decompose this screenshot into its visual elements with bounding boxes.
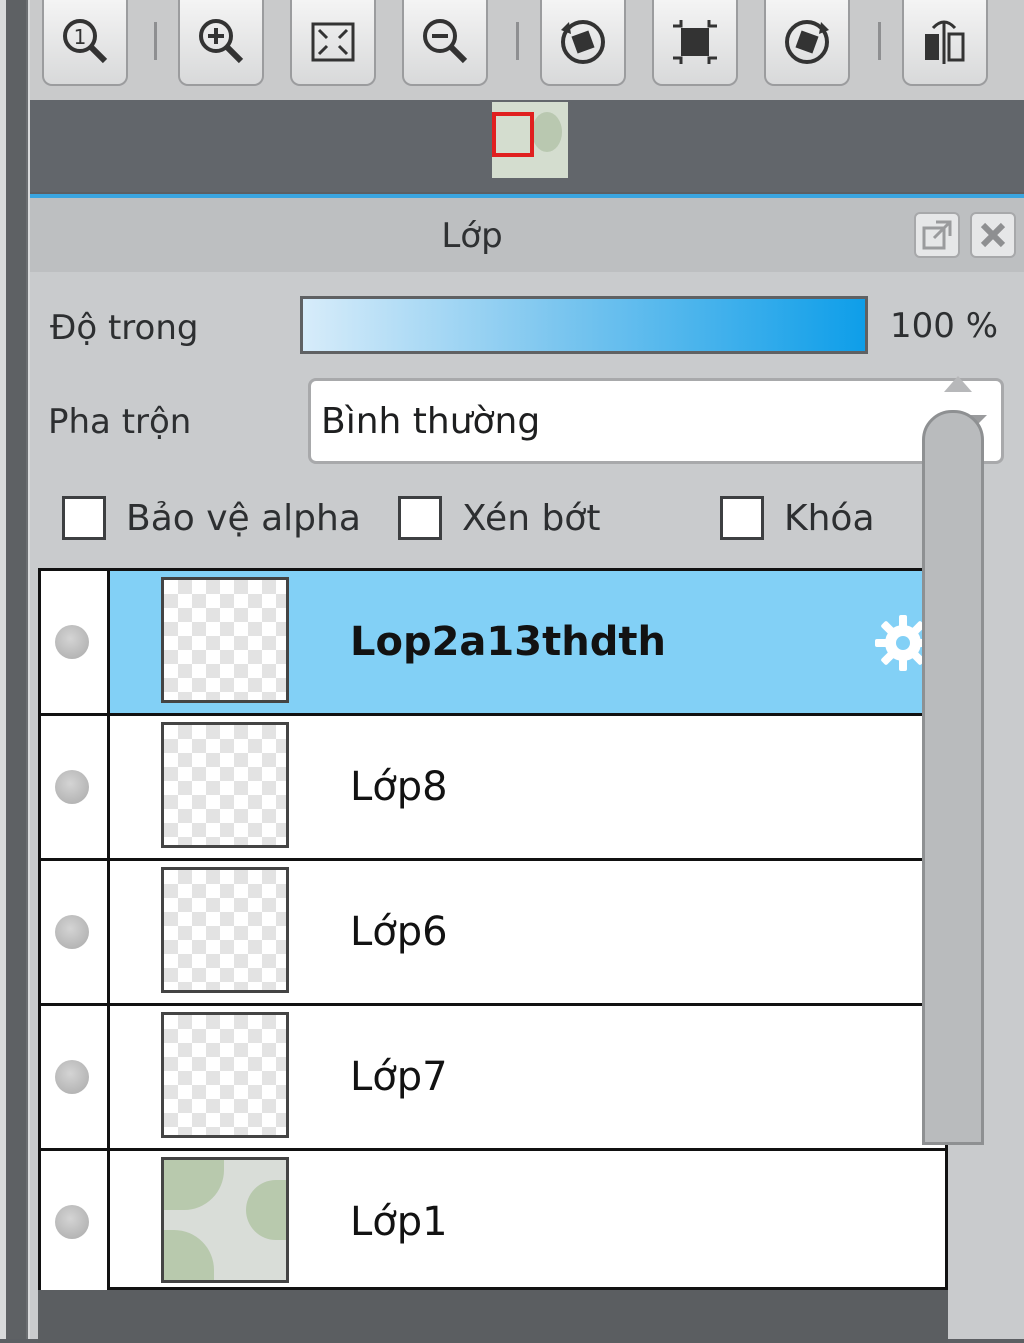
navigator-view-rect[interactable] [492, 112, 534, 157]
layer-name: Lop2a13thdth [350, 619, 666, 665]
layer-list: Lop2a13thdth Lớp8 Lớp6 Lớp7 Lớp1 [38, 568, 948, 1293]
zoom-in-icon [199, 19, 244, 64]
layer-row-main: Lớp7 [110, 1006, 945, 1148]
flip-horizontal-button[interactable] [902, 0, 988, 86]
thumbnail-shape [246, 1180, 286, 1240]
zoom-in-button[interactable] [178, 0, 264, 86]
layer-row[interactable]: Lớp7 [41, 1006, 945, 1151]
canvas-edge [6, 0, 28, 1339]
panel-title: Lớp [441, 216, 503, 256]
svg-text:1: 1 [74, 25, 87, 49]
toolbar-separator [516, 22, 519, 60]
visibility-cell [41, 716, 110, 858]
navigator-thumbnail-shape [532, 112, 562, 152]
opacity-value: 100 % [890, 306, 999, 346]
visibility-cell [41, 571, 110, 713]
layer-thumbnail [161, 1012, 289, 1138]
blend-mode-select[interactable]: Bình thường [308, 378, 1004, 464]
crop-icon [673, 20, 717, 64]
layer-row[interactable]: Lớp1 [41, 1151, 945, 1293]
rotate-left-icon [561, 20, 605, 64]
layer-thumbnail [161, 1157, 289, 1283]
layer-thumbnail [161, 577, 289, 703]
layer-row-main: Lớp6 [110, 861, 945, 1003]
clipping-checkbox[interactable] [398, 496, 442, 540]
layer-row[interactable]: Lớp8 [41, 716, 945, 861]
toolbar-separator [878, 22, 881, 60]
lock-label: Khóa [784, 498, 875, 539]
visibility-toggle[interactable] [55, 1205, 89, 1239]
layer-row-main: Lớp8 [110, 716, 945, 858]
fit-screen-icon [311, 22, 355, 62]
navigator-toolbar: 1 [30, 0, 1024, 102]
rotate-right-button[interactable] [764, 0, 850, 86]
visibility-toggle[interactable] [55, 770, 89, 804]
opacity-label: Độ trong [50, 308, 199, 348]
rotate-left-button[interactable] [540, 0, 626, 86]
layer-name: Lớp8 [350, 764, 448, 810]
layer-row[interactable]: Lớp6 [41, 861, 945, 1006]
layer-list-footer [38, 1290, 948, 1343]
layer-row-main: Lop2a13thdth [110, 571, 945, 713]
protect-alpha-label: Bảo vệ alpha [126, 498, 361, 539]
blend-label: Pha trộn [48, 402, 192, 442]
visibility-cell [41, 861, 110, 1003]
fit-screen-button[interactable] [290, 0, 376, 86]
panel-header: Lớp [30, 198, 1024, 272]
layer-thumbnail [161, 867, 289, 993]
visibility-toggle[interactable] [55, 625, 89, 659]
thumbnail-shape [164, 1230, 214, 1280]
zoom-out-button[interactable] [402, 0, 488, 86]
opacity-slider[interactable] [300, 296, 868, 354]
visibility-cell [41, 1006, 110, 1148]
flip-horizontal-icon [925, 20, 965, 64]
blend-mode-value: Bình thường [321, 401, 541, 442]
close-button[interactable] [970, 212, 1016, 258]
crop-button[interactable] [652, 0, 738, 86]
detach-button[interactable] [914, 212, 960, 258]
lock-checkbox[interactable] [720, 496, 764, 540]
rotate-right-icon [785, 20, 829, 64]
layer-panel: Lớp Độ trong 100 % Pha trộn Bình thường … [30, 194, 1024, 1343]
layer-row-main: Lớp1 [110, 1151, 945, 1293]
scrollbar[interactable] [922, 410, 984, 1145]
left-border [0, 0, 30, 1339]
visibility-toggle[interactable] [55, 915, 89, 949]
layer-row[interactable]: Lop2a13thdth [41, 571, 945, 716]
zoom-actual-button[interactable]: 1 [42, 0, 128, 86]
protect-alpha-checkbox[interactable] [62, 496, 106, 540]
layer-name: Lớp1 [350, 1199, 448, 1245]
thumbnail-shape [164, 1160, 224, 1210]
external-window-icon [922, 220, 952, 250]
clipping-label: Xén bớt [462, 498, 601, 539]
close-icon [980, 222, 1006, 248]
layer-name: Lớp6 [350, 909, 448, 955]
scroll-up-icon[interactable] [944, 376, 972, 392]
layer-name: Lớp7 [350, 1054, 448, 1100]
zoom-out-icon [423, 19, 468, 64]
layer-thumbnail [161, 722, 289, 848]
zoom-actual-icon: 1 [63, 19, 108, 64]
visibility-cell [41, 1151, 110, 1293]
toolbar-separator [154, 22, 157, 60]
visibility-toggle[interactable] [55, 1060, 89, 1094]
